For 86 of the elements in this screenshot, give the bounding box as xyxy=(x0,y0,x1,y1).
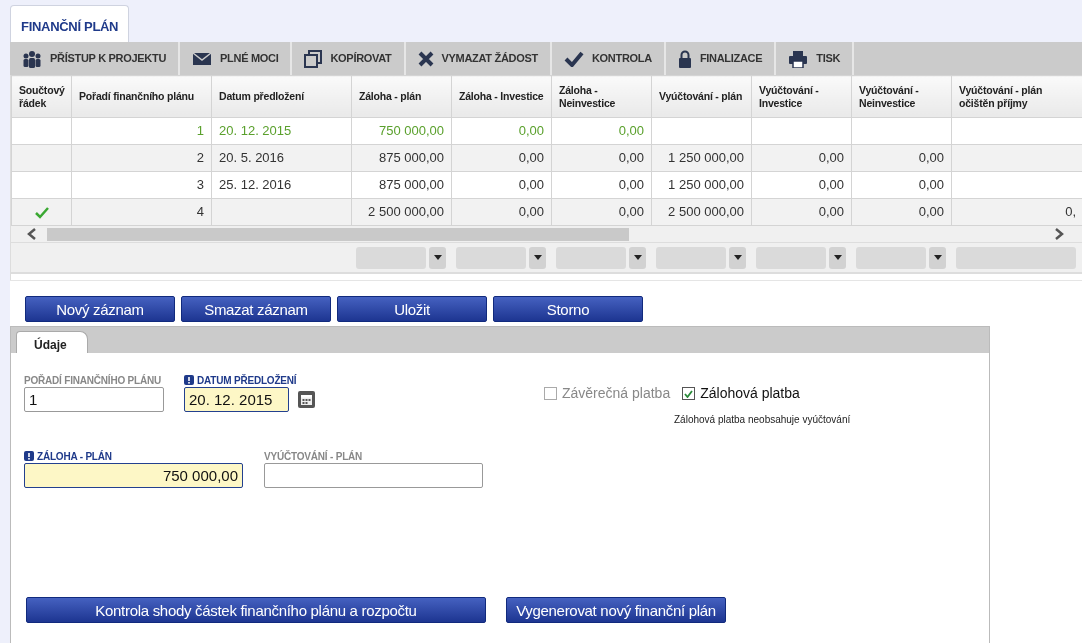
column-header[interactable]: Pořadí finančního plánu xyxy=(71,75,212,118)
dropdown-button[interactable] xyxy=(429,246,446,269)
action-button[interactable]: Nový záznam xyxy=(25,296,175,322)
envelope-icon xyxy=(192,51,213,66)
horizontal-scrollbar[interactable] xyxy=(11,226,1082,243)
input-field[interactable]: 750 000,00 xyxy=(24,463,243,488)
table-cell: 0,00 xyxy=(451,198,552,226)
caret-down-icon xyxy=(533,255,542,260)
table-cell: 2 500 000,00 xyxy=(351,198,452,226)
column-header[interactable]: Vyúčtování - Investice xyxy=(751,75,852,118)
table-cell: 0,00 xyxy=(851,171,952,199)
column-header[interactable]: Součtový řádek xyxy=(11,75,72,118)
table-row[interactable]: 3 25. 12. 2016 875 000,00 0,00 0,00 1 250 000,00 0,00 0,00 xyxy=(11,171,1082,199)
field-label: DATUM PŘEDLOŽENÍ xyxy=(197,373,297,388)
action-button[interactable]: Uložit xyxy=(337,296,487,322)
caret-down-icon xyxy=(933,255,942,260)
table-cell: 25. 12. 2016 xyxy=(211,171,352,199)
column-header[interactable]: Datum předložení xyxy=(211,75,352,118)
dropdown-button[interactable] xyxy=(529,246,546,269)
table-cell: 0,00 xyxy=(451,117,552,145)
table-cell: 750 000,00 xyxy=(351,117,452,145)
chevron-right-icon xyxy=(1054,228,1064,240)
caret-down-icon xyxy=(833,255,842,260)
table-cell: 0,00 xyxy=(551,198,652,226)
field-label: ZÁLOHA - PLÁN xyxy=(37,449,112,464)
hint-text: Zálohová platba neobsahuje vyúčtování xyxy=(674,413,851,427)
action-button[interactable]: Kontrola shody částek finančního plánu a rozpočtu xyxy=(26,597,486,623)
table-cell: 0,00 xyxy=(851,198,952,226)
table-cell: 0,00 xyxy=(751,198,852,226)
input-field[interactable]: 1 xyxy=(24,387,164,412)
lock-icon xyxy=(677,49,692,68)
column-header[interactable]: Vyúčtování - Neinvestice xyxy=(851,75,952,118)
table-cell: 20. 12. 2015 xyxy=(211,117,352,145)
calendar-icon xyxy=(301,394,312,405)
caret-down-icon xyxy=(733,255,742,260)
caret-down-icon xyxy=(433,255,442,260)
table-cell: 0,00 xyxy=(551,171,652,199)
table-cell: 1 250 000,00 xyxy=(651,144,752,172)
close-icon xyxy=(417,50,434,67)
table-cell: 875 000,00 xyxy=(351,171,452,199)
table-cell: 20. 5. 2016 xyxy=(211,144,352,172)
table-cell: 2 xyxy=(71,144,212,172)
caret-down-icon xyxy=(633,255,642,260)
copy-icon xyxy=(304,49,323,68)
action-button[interactable]: Smazat záznam xyxy=(181,296,331,322)
column-header[interactable]: Záloha - Neinvestice xyxy=(551,75,652,118)
dropdown-button[interactable] xyxy=(829,246,846,269)
calendar-button[interactable] xyxy=(298,391,315,408)
dropdown-button[interactable] xyxy=(629,246,646,269)
input-field[interactable] xyxy=(264,463,483,488)
table-cell: 0, xyxy=(951,198,1082,226)
field-label: VYÚČTOVÁNÍ - PLÁN xyxy=(264,449,363,464)
table-cell: 0,00 xyxy=(551,144,652,172)
table-cell: 0,00 xyxy=(751,171,852,199)
table-row[interactable]: 4 2 500 000,00 0,00 0,00 2 500 000,00 0,00 0,00 0, xyxy=(11,198,1082,226)
table-cell: 1 xyxy=(71,117,212,145)
printer-icon xyxy=(788,49,809,68)
table-cell: 0,00 xyxy=(551,117,652,145)
checkmark-icon xyxy=(563,50,584,67)
checkbox[interactable]: Zálohová platba xyxy=(682,383,800,404)
column-header[interactable]: Záloha - plán xyxy=(351,75,452,118)
people-icon xyxy=(22,49,42,68)
checkmark-icon xyxy=(684,389,694,398)
table-cell: 875 000,00 xyxy=(351,144,452,172)
table-cell: 0,00 xyxy=(851,144,952,172)
table-cell: 3 xyxy=(71,171,212,199)
table-cell: 0,00 xyxy=(751,144,852,172)
column-header[interactable]: Vyúčtování - plán očištěn příjmy xyxy=(951,75,1082,118)
table-row[interactable]: 2 20. 5. 2016 875 000,00 0,00 0,00 1 250 000,00 0,00 0,00 xyxy=(11,144,1082,172)
checkbox[interactable]: Závěrečná platba xyxy=(544,383,671,404)
tab[interactable]: FINANČNÍ PLÁN xyxy=(10,5,130,42)
input-field[interactable]: 20. 12. 2015 xyxy=(184,387,289,412)
dropdown-button[interactable] xyxy=(729,246,746,269)
form-tab[interactable]: Údaje xyxy=(16,331,88,353)
action-button[interactable]: Vygenerovat nový finanční plán xyxy=(506,597,726,623)
dropdown-button[interactable] xyxy=(929,246,946,269)
table-cell: 0,00 xyxy=(451,171,552,199)
column-header[interactable]: Záloha - Investice xyxy=(451,75,552,118)
table-cell: 4 xyxy=(71,198,212,226)
table-cell: 1 250 000,00 xyxy=(651,171,752,199)
chevron-left-icon xyxy=(27,228,37,240)
table-cell: 0,00 xyxy=(451,144,552,172)
action-button[interactable]: Storno xyxy=(493,296,643,322)
field-label: POŘADÍ FINANČNÍHO PLÁNU xyxy=(24,373,162,388)
column-header[interactable]: Vyúčtování - plán xyxy=(651,75,752,118)
table-cell: 2 500 000,00 xyxy=(651,198,752,226)
